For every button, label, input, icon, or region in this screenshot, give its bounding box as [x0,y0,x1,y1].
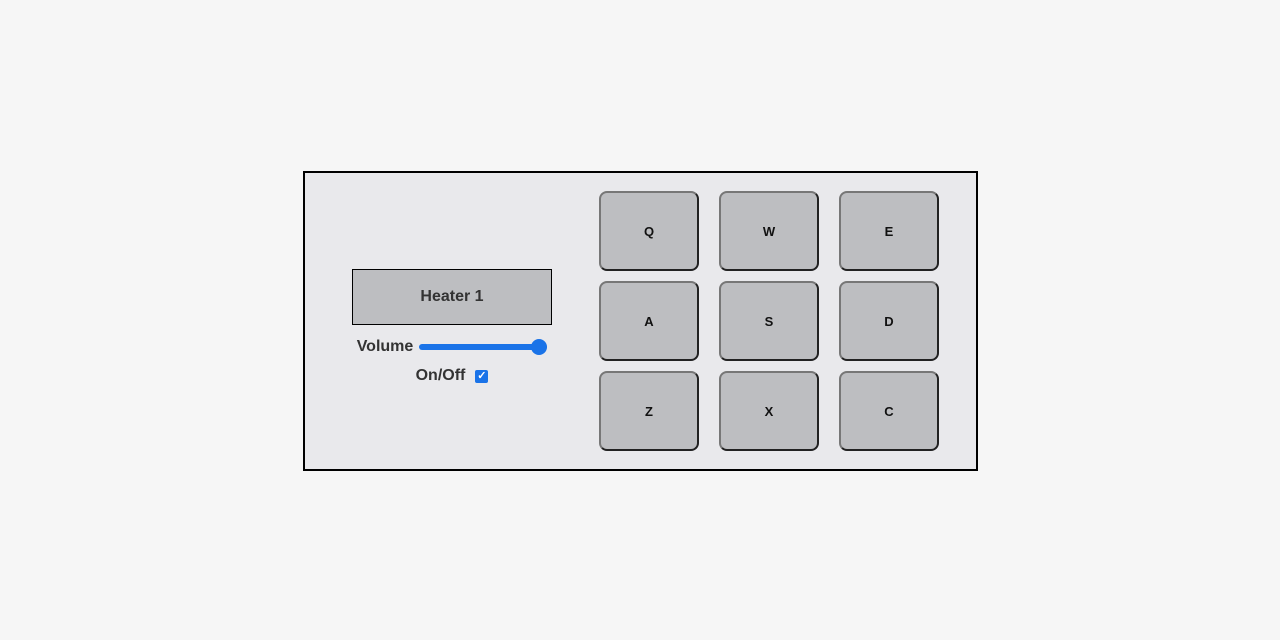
volume-slider[interactable] [419,339,548,355]
drum-pad-x[interactable]: X [719,371,819,451]
controls-panel: Heater 1 Volume On/Off ✓ [352,269,552,385]
drum-pad-q[interactable]: Q [599,191,699,271]
drum-pad-c[interactable]: C [839,371,939,451]
pad-bank: Q W E A S D Z X C [599,191,939,451]
drum-pad-z[interactable]: Z [599,371,699,451]
sound-display: Heater 1 [352,269,552,325]
drum-machine: Heater 1 Volume On/Off ✓ Q W E A S D Z X… [303,171,978,471]
check-icon: ✓ [477,369,487,382]
power-row: On/Off ✓ [416,367,489,385]
power-label: On/Off [415,367,466,384]
volume-slider-thumb[interactable] [531,339,548,355]
volume-slider-track[interactable] [419,344,548,350]
volume-label: Volume [356,338,414,355]
volume-row: Volume [357,338,548,356]
drum-pad-d[interactable]: D [839,281,939,361]
drum-pad-s[interactable]: S [719,281,819,361]
drum-pad-e[interactable]: E [839,191,939,271]
power-checkbox[interactable]: ✓ [475,369,489,383]
drum-pad-a[interactable]: A [599,281,699,361]
drum-pad-w[interactable]: W [719,191,819,271]
